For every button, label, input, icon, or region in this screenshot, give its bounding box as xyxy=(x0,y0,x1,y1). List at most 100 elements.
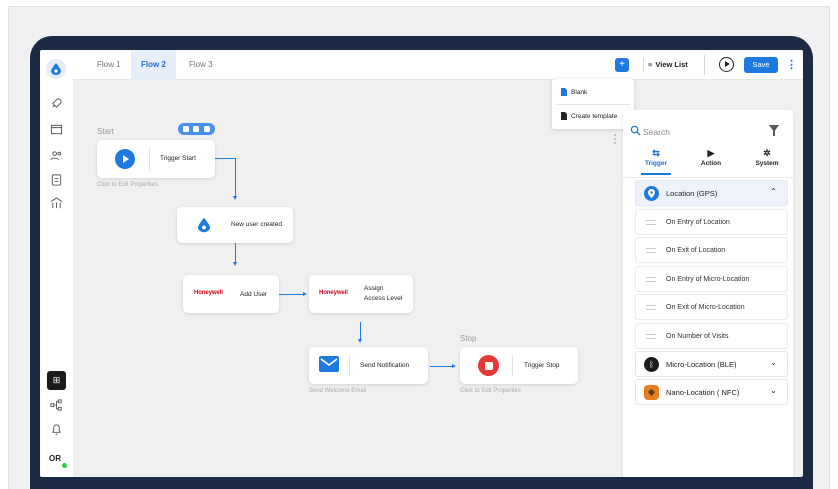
click-edit-properties-label: Click to Edit Properties xyxy=(97,182,158,188)
copy-icon[interactable] xyxy=(193,126,200,132)
drag-handle-icon xyxy=(646,248,656,253)
envelope-icon xyxy=(319,356,339,372)
list-item-on-entry-location[interactable]: On Entry of Location xyxy=(635,209,788,235)
workflow-active-icon[interactable]: ⊞ xyxy=(47,371,66,390)
accordion-location-gps[interactable]: Location (GPS) ⌃ xyxy=(635,180,788,206)
user-avatar[interactable]: OR xyxy=(49,454,67,468)
micro-location-label: Micro-Location (BLE) xyxy=(666,360,737,369)
users-icon[interactable] xyxy=(47,146,66,165)
app-logo-icon[interactable] xyxy=(46,59,66,79)
arrow-down-icon xyxy=(358,339,362,343)
view-list-button[interactable]: ≡ View List xyxy=(643,58,688,72)
connector-line xyxy=(430,366,454,367)
hierarchy-icon[interactable] xyxy=(47,396,66,415)
arrow-right-icon xyxy=(452,364,456,368)
system-gear-icon: ✲ xyxy=(763,148,771,158)
list-item-on-exit-location[interactable]: On Exit of Location xyxy=(635,237,788,263)
tab-system[interactable]: ✲ System xyxy=(747,148,787,167)
tab-flow-1[interactable]: Flow 1 xyxy=(87,50,131,80)
send-welcome-email-label: Send Welcome Email xyxy=(309,388,367,394)
connector-line xyxy=(279,294,303,295)
panel-resize-handle[interactable] xyxy=(613,134,617,148)
file-template-icon xyxy=(561,112,567,120)
view-list-label: View List xyxy=(655,60,688,69)
action-play-icon: ▶ xyxy=(707,148,715,158)
location-pin-icon xyxy=(644,186,659,201)
accordion-micro-location-ble[interactable]: ᛒ Micro-Location (BLE) ⌄ xyxy=(635,351,788,377)
drag-handle-icon xyxy=(646,305,656,310)
tab-action[interactable]: ▶ Action xyxy=(691,148,731,167)
list-item-on-entry-micro-location[interactable]: On Entry of Micro-Location xyxy=(635,266,788,292)
connector-line xyxy=(235,243,236,263)
stop-circle-icon xyxy=(478,355,499,376)
bell-icon[interactable] xyxy=(47,420,66,439)
app-screen: ⊞ OR Flow 1 Flow 2 Flow 3 + ≡ View List S… xyxy=(40,50,803,477)
sidebar: ⊞ OR xyxy=(40,50,73,477)
drag-handle-icon xyxy=(646,334,656,339)
node-library-panel: Search ⇆ Trigger ▶ Action ✲ System Location… xyxy=(623,110,793,477)
send-notification-node[interactable]: Send Notification xyxy=(309,347,428,384)
new-flow-dropdown: Blank Create template xyxy=(552,79,634,129)
stop-label: Stop xyxy=(460,334,477,343)
settings-icon[interactable] xyxy=(183,126,190,132)
calendar-icon[interactable] xyxy=(47,120,66,139)
arrow-down-icon xyxy=(233,196,237,200)
save-button[interactable]: Save xyxy=(744,57,778,73)
connector-line xyxy=(360,322,361,340)
add-flow-button[interactable]: + xyxy=(615,58,629,72)
building-icon[interactable] xyxy=(47,194,66,213)
list-item-on-number-of-visits[interactable]: On Number of Visits xyxy=(635,323,788,349)
active-tab-indicator xyxy=(641,173,671,175)
assign-access-label-line2: Access Level xyxy=(364,295,403,302)
node-mini-toolbar[interactable] xyxy=(178,123,215,135)
dropdown-item-blank[interactable]: Blank xyxy=(561,88,587,96)
play-circle-icon xyxy=(115,149,135,169)
delete-icon[interactable] xyxy=(203,126,210,132)
chevron-down-icon: ⌄ xyxy=(770,386,777,395)
list-item-on-exit-micro-location[interactable]: On Exit of Micro-Location xyxy=(635,294,788,320)
send-notification-label: Send Notification xyxy=(360,362,410,369)
nfc-icon xyxy=(644,385,659,400)
accordion-nano-location-nfc[interactable]: Nano-Location ( NFC) ⌄ xyxy=(635,379,788,405)
chevron-up-icon: ⌃ xyxy=(770,187,777,196)
dropdown-divider xyxy=(556,104,630,105)
file-blue-icon xyxy=(561,88,567,96)
search-input[interactable]: Search xyxy=(643,127,670,137)
honeywell-logo: Honeywell xyxy=(319,290,348,296)
drag-handle-icon xyxy=(646,277,656,282)
drag-handle-icon xyxy=(646,220,656,225)
new-user-created-node[interactable]: New user created xyxy=(177,207,293,243)
trigger-start-label: Trigger Start xyxy=(160,155,196,162)
bluetooth-icon: ᛒ xyxy=(644,357,659,372)
connector-line xyxy=(215,158,235,159)
start-label: Start xyxy=(97,127,114,136)
tab-flow-3[interactable]: Flow 3 xyxy=(179,50,223,80)
assign-access-level-node[interactable]: Honeywell Assign Access Level xyxy=(309,275,413,313)
trigger-stop-label: Trigger Stop xyxy=(524,362,560,369)
user-initials: OR xyxy=(49,454,61,463)
filter-icon[interactable] xyxy=(769,125,779,136)
arrow-right-icon xyxy=(303,292,307,296)
nano-location-label: Nano-Location ( NFC) xyxy=(666,388,740,397)
tab-flow-2[interactable]: Flow 2 xyxy=(131,50,176,80)
connector-line xyxy=(235,158,236,196)
tab-trigger[interactable]: ⇆ Trigger xyxy=(636,148,676,167)
trigger-stop-node[interactable]: Trigger Stop xyxy=(460,347,578,384)
dropdown-item-create-template[interactable]: Create template xyxy=(561,112,617,120)
chevron-down-icon: ⌄ xyxy=(770,358,777,367)
rocket-icon[interactable] xyxy=(47,94,66,113)
play-button[interactable] xyxy=(719,57,734,72)
search-icon xyxy=(630,125,641,136)
clipboard-icon[interactable] xyxy=(47,170,66,189)
add-user-node[interactable]: Honeywell Add User xyxy=(183,275,279,313)
more-options-icon[interactable]: ⋮ xyxy=(786,58,797,72)
top-bar: Flow 1 Flow 2 Flow 3 + ≡ View List Save ⋮ xyxy=(73,50,803,80)
add-user-label: Add User xyxy=(240,291,268,298)
assign-access-label-line1: Assign xyxy=(364,285,384,292)
online-status-dot xyxy=(62,463,67,468)
arrow-down-icon xyxy=(233,262,237,266)
click-edit-properties-stop-label: Click to Edit Properties xyxy=(460,388,521,394)
toolbar-divider xyxy=(704,55,705,75)
location-gps-label: Location (GPS) xyxy=(666,189,718,198)
trigger-start-node[interactable]: Trigger Start xyxy=(97,140,215,178)
